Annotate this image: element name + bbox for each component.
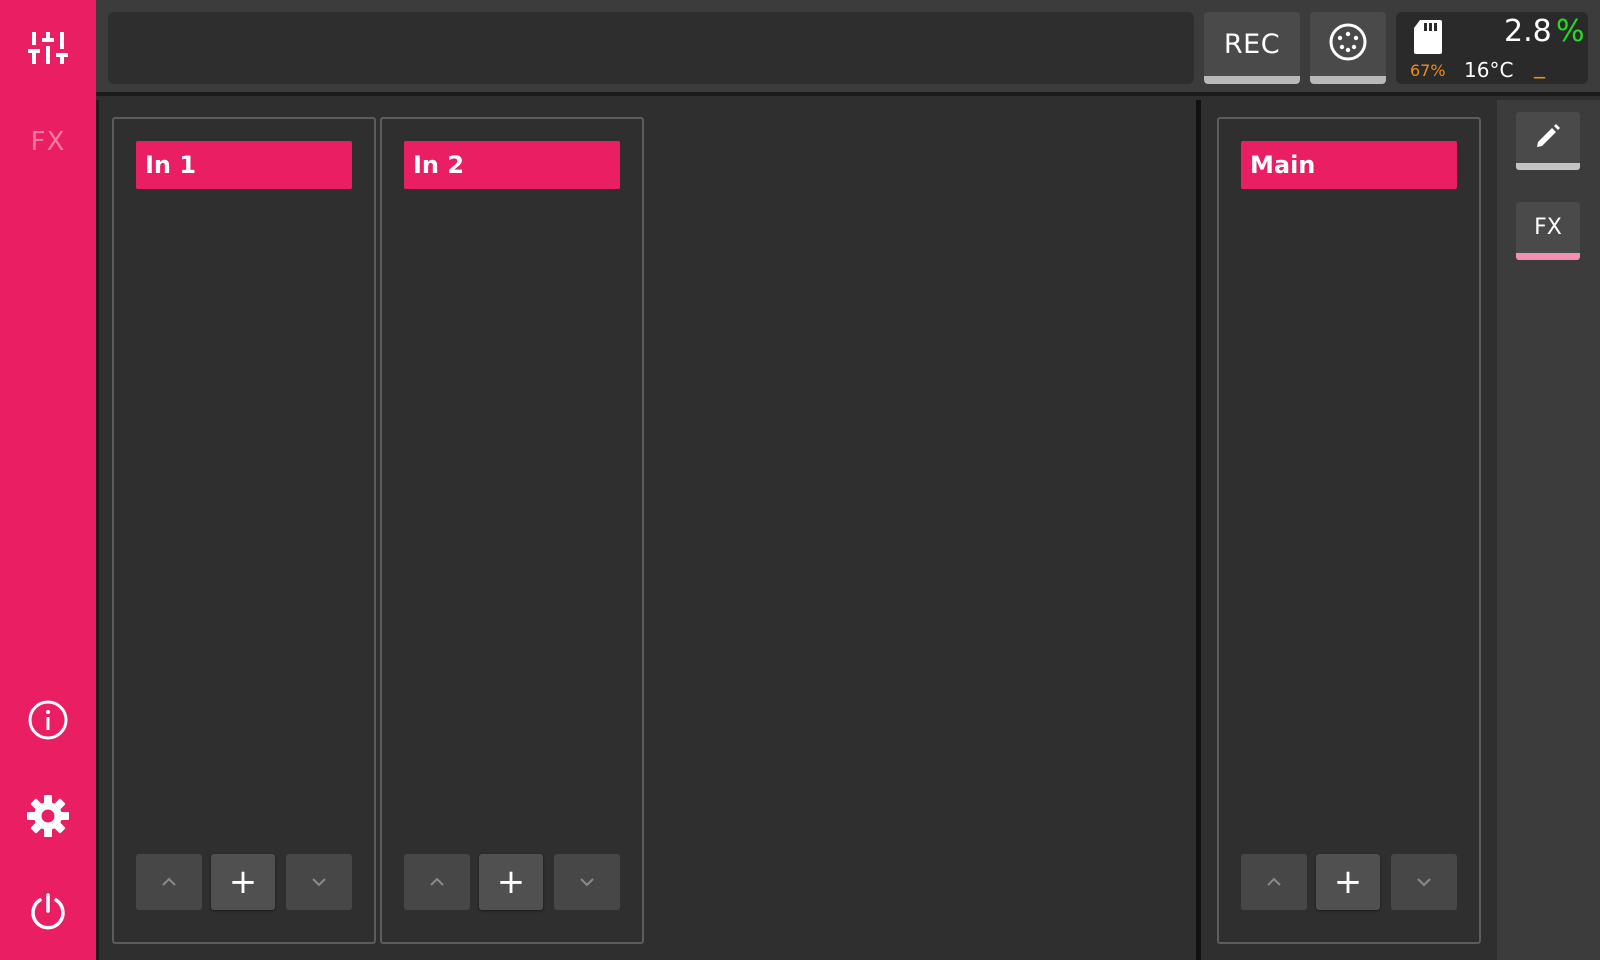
fx-toggle-label: FX bbox=[1534, 215, 1562, 240]
message-display bbox=[108, 12, 1194, 84]
plus-icon: + bbox=[228, 862, 258, 902]
sliders-icon bbox=[28, 28, 68, 68]
channel-strip-in-1: In 1 + bbox=[112, 117, 376, 944]
add-button[interactable]: + bbox=[1316, 854, 1380, 910]
chevron-up-icon bbox=[160, 873, 178, 892]
sidebar: FX bbox=[0, 0, 96, 960]
sidebar-item-fx[interactable]: FX bbox=[0, 102, 96, 182]
move-up-button[interactable] bbox=[136, 854, 202, 910]
chevron-up-icon bbox=[1265, 873, 1283, 892]
pencil-icon bbox=[1534, 122, 1562, 154]
rec-button[interactable]: REC bbox=[1204, 12, 1300, 84]
chevron-down-icon bbox=[578, 873, 596, 892]
fx-toggle-button[interactable]: FX bbox=[1516, 202, 1580, 260]
storage-percent: 67% bbox=[1410, 61, 1446, 80]
chevron-up-icon bbox=[428, 873, 446, 892]
move-down-button[interactable] bbox=[554, 854, 620, 910]
temperature-readout: 16°C bbox=[1464, 58, 1514, 82]
add-button[interactable]: + bbox=[211, 854, 275, 910]
plus-icon: + bbox=[496, 862, 526, 902]
midi-connector-icon bbox=[1328, 22, 1368, 66]
cpu-unit: % bbox=[1556, 14, 1585, 49]
rec-label: REC bbox=[1223, 28, 1281, 60]
power-icon bbox=[28, 892, 68, 932]
move-down-button[interactable] bbox=[1391, 854, 1457, 910]
sidebar-item-mixer[interactable] bbox=[0, 8, 96, 88]
sd-card-icon bbox=[1414, 20, 1442, 58]
sidebar-item-settings[interactable] bbox=[0, 776, 96, 856]
plus-icon: + bbox=[1333, 862, 1363, 902]
chevron-down-icon bbox=[310, 873, 328, 892]
strip-title[interactable]: In 2 bbox=[404, 141, 620, 189]
status-indicator: _ bbox=[1534, 54, 1545, 79]
move-up-button[interactable] bbox=[404, 854, 470, 910]
move-down-button[interactable] bbox=[286, 854, 352, 910]
add-button[interactable]: + bbox=[479, 854, 543, 910]
chevron-down-icon bbox=[1415, 873, 1433, 892]
sidebar-fx-label: FX bbox=[30, 127, 66, 157]
channel-strip-in-2: In 2 + bbox=[380, 117, 644, 944]
edit-button[interactable] bbox=[1516, 112, 1580, 170]
channel-strip-main: Main + bbox=[1217, 117, 1481, 944]
strip-title[interactable]: In 1 bbox=[136, 141, 352, 189]
sidebar-item-info[interactable] bbox=[0, 680, 96, 760]
gear-icon bbox=[26, 794, 70, 838]
sidebar-item-power[interactable] bbox=[0, 872, 96, 952]
move-up-button[interactable] bbox=[1241, 854, 1307, 910]
status-panel: 67% 2.8 % 16°C _ bbox=[1396, 12, 1588, 84]
strip-title[interactable]: Main bbox=[1241, 141, 1457, 189]
info-icon bbox=[27, 699, 69, 741]
cpu-value: 2.8 bbox=[1504, 14, 1552, 49]
midi-button[interactable] bbox=[1310, 12, 1386, 84]
